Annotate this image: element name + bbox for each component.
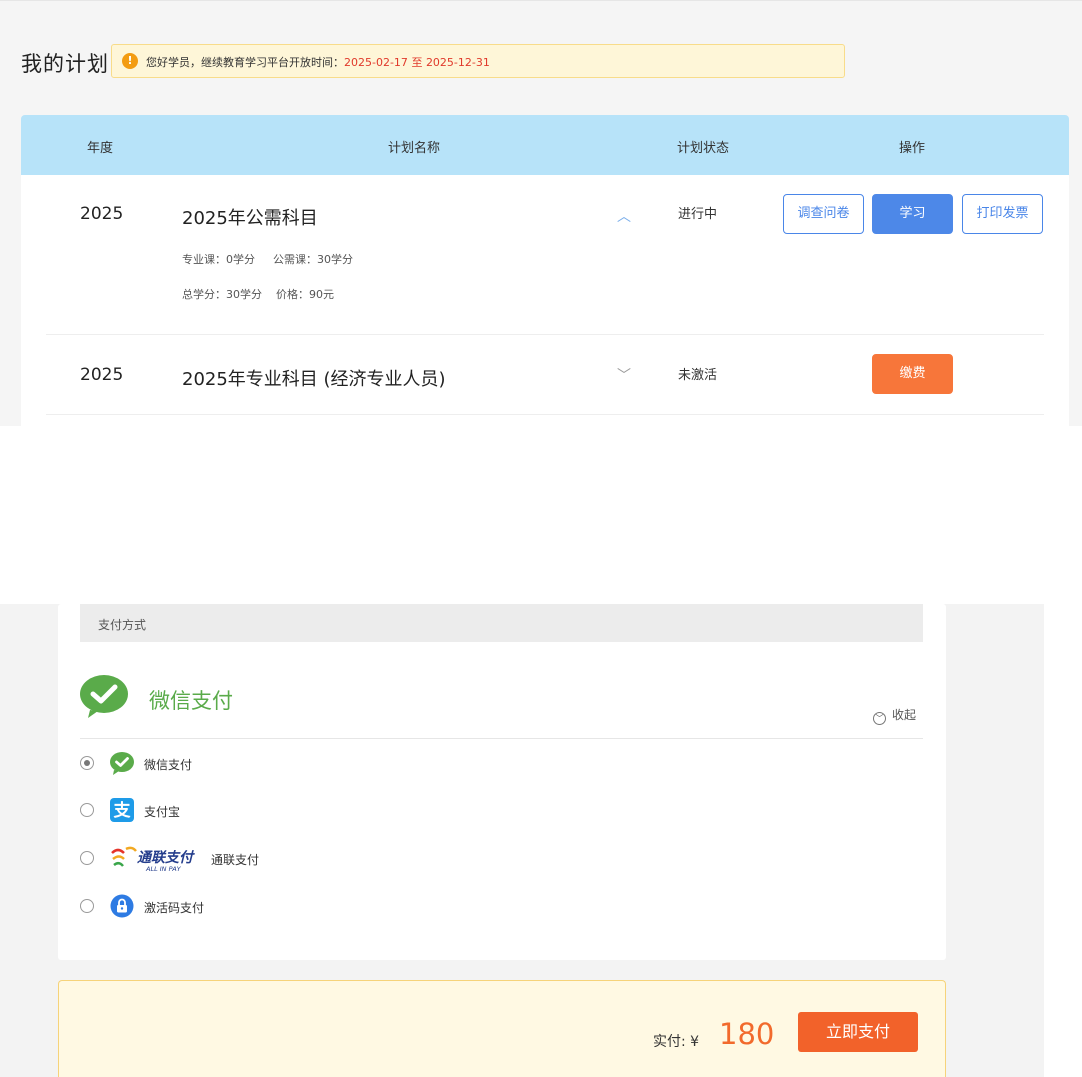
plan-credits: 专业课：0学分 公需课：30学分 bbox=[182, 251, 353, 267]
column-plan-status: 计划状态 bbox=[677, 141, 730, 156]
plan-year: 2025 bbox=[80, 204, 124, 224]
payment-total-bar: 实付: ¥ 180 立即支付 bbox=[58, 980, 946, 1077]
option-label: 微信支付 bbox=[144, 758, 193, 772]
payment-option-activation-code[interactable]: 激活码支付 bbox=[80, 893, 480, 919]
pay-fee-button[interactable]: 缴费 bbox=[872, 354, 953, 394]
radio-allinpay[interactable] bbox=[80, 851, 94, 865]
notice-message: 您好学员，继续教育学习平台开放时间： bbox=[146, 56, 344, 69]
chevron-down-icon[interactable]: ﹀ bbox=[617, 365, 631, 385]
plan-total: 总学分：30学分 价格：90元 bbox=[182, 286, 334, 302]
lock-icon bbox=[110, 894, 134, 918]
study-button[interactable]: 学习 bbox=[872, 194, 953, 234]
payment-method-header: 支付方式 bbox=[80, 604, 923, 642]
payment-option-wechat[interactable]: 微信支付 bbox=[80, 750, 480, 776]
total-label: 实付: ¥ bbox=[653, 1034, 700, 1050]
warning-icon: ! bbox=[122, 53, 138, 69]
payment-method-label: 支付方式 bbox=[98, 618, 147, 632]
plan-name: 2025年专业科目 (经济专业人员) bbox=[182, 369, 446, 390]
my-plans-panel: 我的计划 ! 您好学员，继续教育学习平台开放时间：2025-02-17 至 20… bbox=[0, 0, 1082, 427]
plan-name: 2025年公需科目 bbox=[182, 208, 318, 229]
allinpay-logo-text: 通联支付 bbox=[137, 849, 195, 866]
table-row: 2025 2025年公需科目 专业课：0学分 公需课：30学分 总学分：30学分 价… bbox=[46, 175, 1044, 335]
chevron-up-icon[interactable]: ︿ bbox=[617, 206, 631, 226]
page-title: 我的计划 bbox=[21, 52, 109, 76]
pay-now-button[interactable]: 立即支付 bbox=[798, 1012, 918, 1052]
plan-status: 进行中 bbox=[678, 207, 718, 222]
radio-wechat[interactable] bbox=[80, 756, 94, 770]
table-row: 2025 2025年专业科目 (经济专业人员) ﹀ 未激活 缴费 bbox=[46, 335, 1044, 415]
print-invoice-button[interactable]: 打印发票 bbox=[962, 194, 1043, 234]
total-credits: 总学分：30学分 bbox=[182, 288, 262, 301]
notice-banner: ! 您好学员，继续教育学习平台开放时间：2025-02-17 至 2025-12… bbox=[111, 44, 845, 78]
wechat-pay-icon bbox=[80, 675, 128, 718]
notice-text: 您好学员，继续教育学习平台开放时间：2025-02-17 至 2025-12-3… bbox=[146, 54, 490, 70]
allinpay-logo-sub: ALL IN PAY bbox=[145, 865, 182, 873]
column-actions: 操作 bbox=[899, 141, 926, 156]
payment-option-allinpay[interactable]: 通联支付 ALL IN PAY 通联支付 bbox=[80, 845, 480, 873]
wechat-pay-icon bbox=[110, 752, 134, 775]
chevron-down-icon: ﹀ bbox=[873, 712, 886, 725]
payment-panel: 支付方式 微信支付 ﹀ 收起 微信支付 支 支付宝 通联支付 ALL IN PA… bbox=[0, 604, 1044, 1077]
option-label: 激活码支付 bbox=[144, 901, 205, 915]
collapse-label: 收起 bbox=[892, 708, 917, 722]
plan-status: 未激活 bbox=[678, 368, 718, 383]
professional-credits: 专业课：0学分 bbox=[182, 253, 255, 266]
allinpay-logo: 通联支付 ALL IN PAY bbox=[111, 846, 195, 873]
notice-separator: 至 bbox=[411, 56, 423, 69]
column-year: 年度 bbox=[87, 141, 114, 156]
svg-text:支: 支 bbox=[114, 800, 132, 821]
collapse-toggle[interactable]: ﹀ 收起 bbox=[873, 706, 916, 725]
public-credits: 公需课：30学分 bbox=[273, 253, 353, 266]
column-plan-name: 计划名称 bbox=[388, 141, 441, 156]
option-label: 通联支付 bbox=[211, 853, 260, 867]
option-label: 支付宝 bbox=[144, 805, 181, 819]
plan-price: 价格：90元 bbox=[276, 288, 334, 301]
notice-start-date: 2025-02-17 bbox=[344, 56, 408, 69]
notice-end-date: 2025-12-31 bbox=[425, 56, 490, 69]
selected-payment-title: 微信支付 bbox=[149, 689, 233, 713]
alipay-icon: 支 bbox=[110, 798, 134, 822]
payment-option-alipay[interactable]: 支 支付宝 bbox=[80, 797, 480, 823]
radio-alipay[interactable] bbox=[80, 803, 94, 817]
radio-activation-code[interactable] bbox=[80, 899, 94, 913]
divider bbox=[80, 738, 923, 739]
plan-year: 2025 bbox=[80, 365, 124, 385]
payment-method-card: 支付方式 微信支付 ﹀ 收起 微信支付 支 支付宝 通联支付 ALL IN PA… bbox=[58, 604, 946, 960]
total-amount: 180 bbox=[719, 1017, 775, 1051]
plans-table-header: 年度 计划名称 计划状态 操作 bbox=[21, 115, 1069, 175]
survey-button[interactable]: 调查问卷 bbox=[783, 194, 864, 234]
plans-table-body: 2025 2025年公需科目 专业课：0学分 公需课：30学分 总学分：30学分 价… bbox=[21, 175, 1069, 427]
